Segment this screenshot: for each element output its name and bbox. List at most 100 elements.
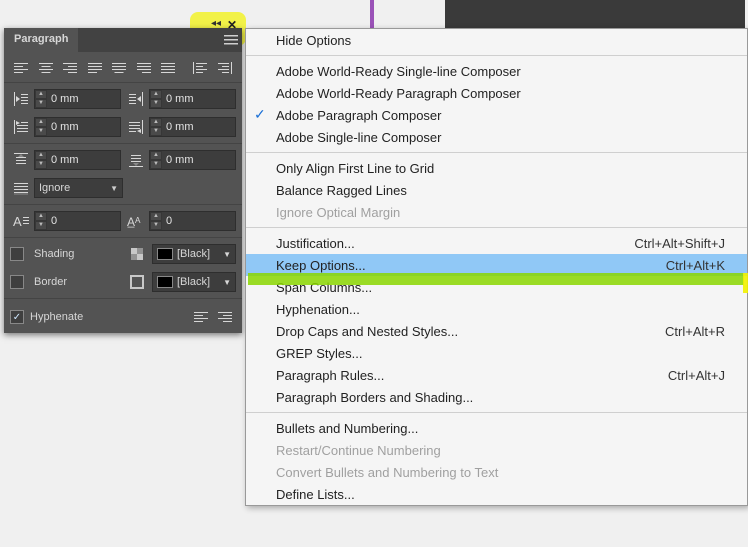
- align-to-grid-select[interactable]: Ignore ▼: [34, 178, 123, 198]
- menu-item[interactable]: Bullets and Numbering...: [246, 417, 747, 439]
- right-indent-input[interactable]: ▲▼0 mm: [149, 89, 236, 109]
- menu-item[interactable]: Justification...Ctrl+Alt+Shift+J: [246, 232, 747, 254]
- shading-options-button[interactable]: [126, 244, 148, 264]
- justify-right-button[interactable]: [132, 58, 154, 78]
- swatch-icon: [157, 276, 173, 288]
- ruler-guide: [370, 0, 374, 28]
- menu-item-label: Convert Bullets and Numbering to Text: [276, 465, 498, 480]
- menu-item-shortcut: Ctrl+Alt+J: [668, 368, 725, 383]
- menu-item[interactable]: GREP Styles...: [246, 342, 747, 364]
- hyphenate-checkbox[interactable]: [10, 310, 24, 324]
- menu-item-label: Adobe Paragraph Composer: [276, 108, 442, 123]
- check-icon: ✓: [254, 106, 266, 123]
- shading-color-select[interactable]: [Black] ▼: [152, 244, 236, 264]
- hyphenate-label: Hyphenate: [30, 311, 83, 323]
- align-right-button[interactable]: [59, 58, 81, 78]
- dropcap-chars-value: 0: [162, 215, 235, 227]
- border-color-value: [Black]: [177, 276, 210, 288]
- border-label: Border: [34, 276, 122, 288]
- menu-item[interactable]: ✓ Adobe Paragraph Composer: [246, 104, 747, 126]
- align-left-button[interactable]: [10, 58, 32, 78]
- paragraph-panel: Paragraph ▲▼0 mm ▲▼0 mm: [4, 28, 242, 333]
- svg-text:A: A: [13, 214, 22, 228]
- shading-label: Shading: [34, 248, 122, 260]
- dropcap-chars-icon: A̲ᴬ: [125, 211, 147, 231]
- menu-item-label: Paragraph Rules...: [276, 368, 384, 383]
- menu-item-label: Ignore Optical Margin: [276, 205, 400, 220]
- left-indent-icon: [10, 89, 32, 109]
- justify-left-button[interactable]: [83, 58, 105, 78]
- justify-center-button[interactable]: [108, 58, 130, 78]
- alignment-row: [4, 52, 242, 80]
- menu-item-label: Restart/Continue Numbering: [276, 443, 441, 458]
- panel-header: Paragraph: [4, 28, 242, 52]
- chevron-down-icon: ▼: [110, 184, 118, 193]
- paragraph-flyout-menu: Hide Options Adobe World-Ready Single-lin…: [245, 28, 748, 506]
- align-center-button[interactable]: [34, 58, 56, 78]
- dropcap-lines-input[interactable]: ▲▼0: [34, 211, 121, 231]
- space-before-value: 0 mm: [47, 154, 120, 166]
- justify-all-button[interactable]: [157, 58, 179, 78]
- left-indent-value: 0 mm: [47, 93, 120, 105]
- first-line-indent-input[interactable]: ▲▼0 mm: [34, 117, 121, 137]
- menu-item[interactable]: Span Columns...: [246, 276, 747, 298]
- menu-item[interactable]: Balance Ragged Lines: [246, 179, 747, 201]
- menu-item-label: Only Align First Line to Grid: [276, 161, 434, 176]
- menu-item[interactable]: Drop Caps and Nested Styles... Ctrl+Alt+R: [246, 320, 747, 342]
- last-line-indent-icon: [125, 117, 147, 137]
- space-after-icon: [125, 150, 147, 170]
- svg-text:A̲ᴬ: A̲ᴬ: [127, 215, 141, 228]
- menu-separator: [246, 152, 747, 153]
- align-to-grid-value: Ignore: [39, 182, 70, 194]
- last-line-indent-input[interactable]: ▲▼0 mm: [149, 117, 236, 137]
- border-checkbox[interactable]: [10, 275, 24, 289]
- menu-item-label: Adobe Single-line Composer: [276, 130, 441, 145]
- menu-separator: [246, 227, 747, 228]
- align-toward-spine-button[interactable]: [189, 58, 211, 78]
- last-line-indent-value: 0 mm: [162, 121, 235, 133]
- menu-item-label: GREP Styles...: [276, 346, 362, 361]
- menu-separator: [246, 55, 747, 56]
- menu-item-label: Drop Caps and Nested Styles...: [276, 324, 458, 339]
- menu-item[interactable]: Define Lists...: [246, 483, 747, 505]
- rtl-direction-button[interactable]: [214, 307, 236, 327]
- ltr-direction-button[interactable]: [190, 307, 212, 327]
- menu-item: Restart/Continue Numbering: [246, 439, 747, 461]
- space-after-input[interactable]: ▲▼0 mm: [149, 150, 236, 170]
- menu-item[interactable]: Paragraph Rules... Ctrl+Alt+J: [246, 364, 747, 386]
- menu-item: Convert Bullets and Numbering to Text: [246, 461, 747, 483]
- space-before-input[interactable]: ▲▼0 mm: [34, 150, 121, 170]
- space-before-icon: [10, 150, 32, 170]
- dropcap-chars-input[interactable]: ▲▼0: [149, 211, 236, 231]
- menu-item[interactable]: Paragraph Borders and Shading...: [246, 386, 747, 408]
- left-indent-input[interactable]: ▲▼0 mm: [34, 89, 121, 109]
- dropcap-lines-value: 0: [47, 215, 120, 227]
- menu-item[interactable]: Adobe World-Ready Single-line Composer: [246, 60, 747, 82]
- menu-item-shortcut: Ctrl+Alt+Shift+J: [634, 236, 725, 251]
- border-color-select[interactable]: [Black] ▼: [152, 272, 236, 292]
- menu-item[interactable]: Hide Options: [246, 29, 747, 51]
- menu-item-label: Define Lists...: [276, 487, 355, 502]
- first-line-indent-value: 0 mm: [47, 121, 120, 133]
- right-indent-value: 0 mm: [162, 93, 235, 105]
- align-away-spine-button[interactable]: [213, 58, 235, 78]
- menu-item-label: Adobe World-Ready Single-line Composer: [276, 64, 521, 79]
- menu-item[interactable]: Adobe Single-line Composer: [246, 126, 747, 148]
- menu-item-label: Bullets and Numbering...: [276, 421, 418, 436]
- dropcap-lines-icon: A: [10, 211, 32, 231]
- border-options-button[interactable]: [126, 272, 148, 292]
- chevron-down-icon: ▼: [223, 250, 231, 259]
- menu-item[interactable]: Only Align First Line to Grid: [246, 157, 747, 179]
- menu-item-label: Paragraph Borders and Shading...: [276, 390, 473, 405]
- menu-item[interactable]: Adobe World-Ready Paragraph Composer: [246, 82, 747, 104]
- menu-item[interactable]: Keep Options...Ctrl+Alt+K: [246, 254, 747, 276]
- align-to-grid-icon: [10, 178, 32, 198]
- menu-item[interactable]: Hyphenation...: [246, 298, 747, 320]
- menu-item-label: Adobe World-Ready Paragraph Composer: [276, 86, 521, 101]
- menu-item-shortcut: Ctrl+Alt+K: [666, 258, 725, 273]
- hamburger-icon: [224, 34, 238, 46]
- panel-flyout-button[interactable]: [220, 28, 242, 52]
- menu-item-shortcut: Ctrl+Alt+R: [665, 324, 725, 339]
- panel-tab-paragraph[interactable]: Paragraph: [4, 28, 78, 52]
- shading-checkbox[interactable]: [10, 247, 24, 261]
